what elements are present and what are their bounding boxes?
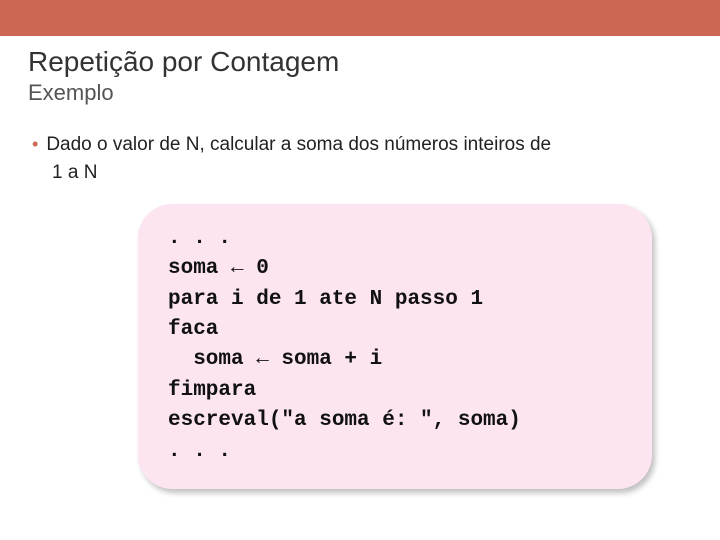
slide-title: Repetição por Contagem — [28, 46, 692, 78]
code-line: . . . — [168, 437, 622, 467]
code-line: fimpara — [168, 376, 622, 406]
bullet-item: • Dado o valor de N, calcular a soma dos… — [28, 132, 692, 158]
code-line: para i de 1 ate N passo 1 — [168, 285, 622, 315]
bullet-dot-icon: • — [32, 132, 38, 156]
code-line: escreval("a soma é: ", soma) — [168, 406, 622, 436]
slide-top-bar — [0, 0, 720, 36]
code-line: soma ← 0 — [168, 254, 622, 284]
code-line: faca — [168, 315, 622, 345]
bullet-text-line2: 1 a N — [52, 162, 692, 184]
code-line: soma ← soma + i — [168, 345, 622, 375]
slide-subtitle: Exemplo — [28, 80, 692, 106]
code-line: . . . — [168, 224, 622, 254]
slide-content: Repetição por Contagem Exemplo • Dado o … — [0, 36, 720, 489]
code-block: . . . soma ← 0 para i de 1 ate N passo 1… — [138, 204, 652, 490]
bullet-text-line1: Dado o valor de N, calcular a soma dos n… — [46, 132, 551, 158]
